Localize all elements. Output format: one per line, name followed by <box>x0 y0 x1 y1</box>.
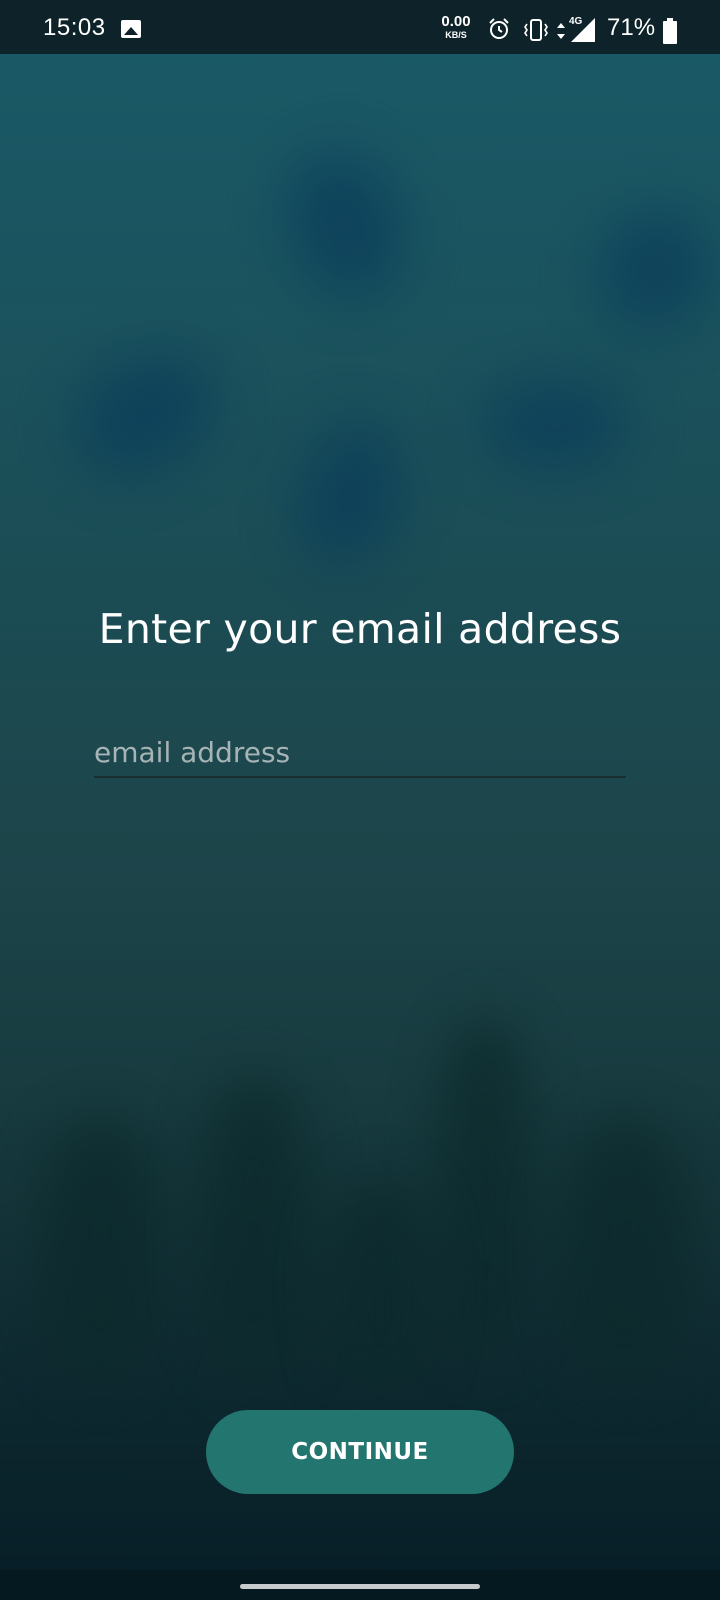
email-entry-screen: 15:03 0.00 KB/S 4G 71% Enter your email … <box>0 0 720 1600</box>
data-arrows-icon <box>557 23 565 39</box>
battery-percent: 71% <box>607 14 656 41</box>
net-speed-value: 0.00 <box>441 13 471 30</box>
vibrate-icon <box>524 19 548 41</box>
status-bar: 15:03 0.00 KB/S 4G 71% <box>0 0 720 54</box>
continue-button[interactable]: CONTINUE <box>206 1410 514 1494</box>
net-speed-unit: KB/S <box>445 30 467 40</box>
network-type: 4G <box>569 16 583 27</box>
battery-icon <box>663 18 677 44</box>
page-title: Enter your email address <box>98 605 622 653</box>
blurred-background <box>0 0 720 1600</box>
home-indicator[interactable] <box>240 1584 480 1589</box>
status-time: 15:03 <box>43 14 106 41</box>
net-speed: 0.00 KB/S <box>437 14 475 40</box>
email-field[interactable] <box>94 728 626 778</box>
alarm-icon <box>489 18 509 39</box>
gallery-icon <box>121 20 141 38</box>
